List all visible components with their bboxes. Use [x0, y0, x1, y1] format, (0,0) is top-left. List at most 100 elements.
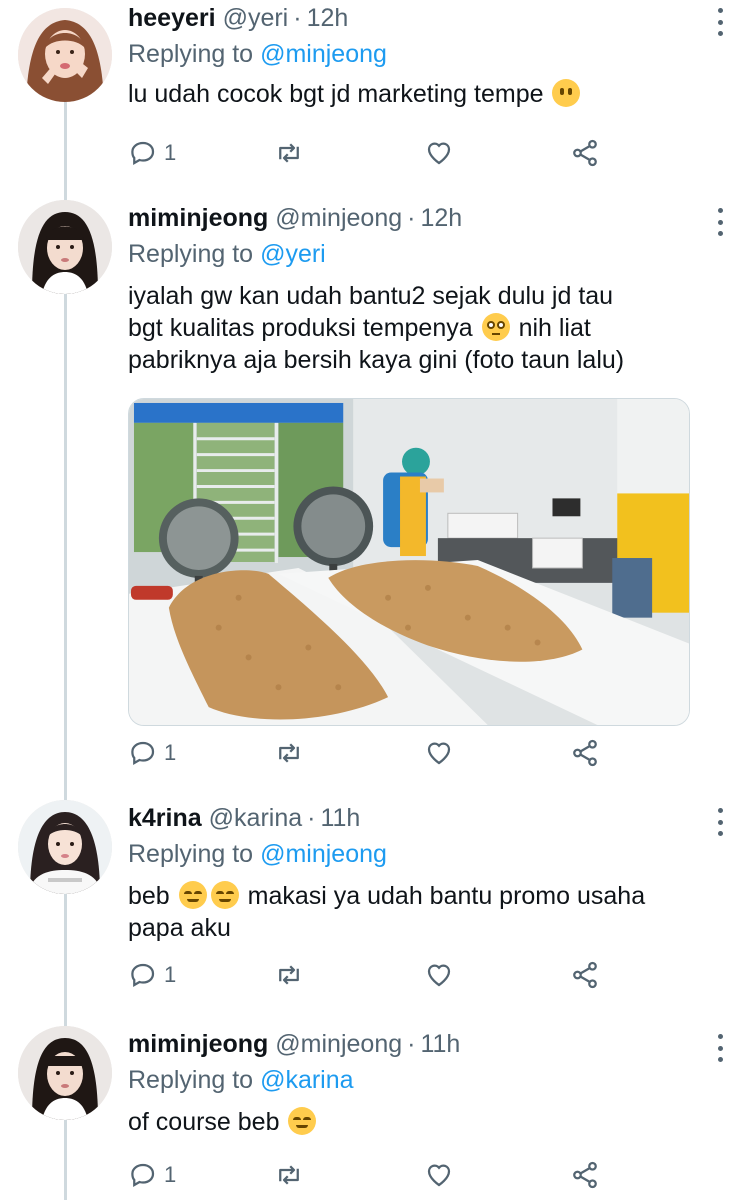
tweet-header: miminjeong @minjeong · 11h [128, 1026, 710, 1062]
timestamp[interactable]: 11h [420, 1030, 460, 1059]
timestamp[interactable]: 11h [320, 804, 360, 833]
display-name[interactable]: miminjeong [128, 204, 268, 233]
relieved-face-emoji-icon [210, 881, 239, 909]
reply-button[interactable]: 1 [128, 138, 176, 168]
avatar[interactable] [18, 8, 112, 102]
like-button[interactable] [424, 138, 454, 168]
retweet-button[interactable] [274, 1160, 304, 1190]
more-options-icon[interactable] [710, 1034, 730, 1062]
tweet-text-body: lu udah cocok bgt jd marketing tempe [128, 80, 544, 108]
reply-icon [131, 741, 155, 765]
heart-icon [427, 142, 451, 165]
tweet-actions: 1 [128, 738, 608, 778]
smiling-face-emoji-icon [288, 1107, 317, 1135]
retweet-icon [279, 743, 299, 763]
replying-to: Replying to @karina [128, 1062, 710, 1098]
tempeh-factory-photo[interactable] [128, 398, 690, 726]
mention-link[interactable]: @yeri [260, 240, 326, 269]
avatar[interactable] [18, 200, 112, 294]
retweet-button[interactable] [274, 960, 304, 990]
retweet-icon [279, 143, 299, 163]
mention-link[interactable]: @minjeong [260, 840, 387, 869]
replying-to: Replying to @yeri [128, 236, 710, 272]
retweet-button[interactable] [274, 138, 304, 168]
more-options-icon[interactable] [710, 8, 730, 36]
tweet-actions: 1 [128, 960, 608, 1000]
avatar[interactable] [18, 800, 112, 894]
tweet-text-line: pabriknya aja bersih kaya gini (foto tau… [128, 346, 625, 374]
user-handle[interactable]: @minjeong [275, 1030, 402, 1059]
face-without-mouth-emoji-icon [552, 79, 581, 107]
heart-icon [427, 742, 451, 765]
tweet-text: iyalah gw kan udah bantu2 sejak dulu jd … [128, 280, 710, 376]
replying-to-label: Replying to [128, 239, 254, 268]
share-icon [573, 1161, 597, 1189]
more-options-icon[interactable] [710, 208, 730, 236]
tweet-actions: 1 [128, 138, 608, 178]
like-button[interactable] [424, 738, 454, 768]
share-icon [573, 139, 597, 167]
separator-dot: · [307, 803, 316, 832]
tweet-text-fragment: bgt kualitas produksi tempenya [128, 314, 473, 342]
display-name[interactable]: k4rina [128, 804, 202, 833]
tweet-header: k4rina @karina · 11h [128, 800, 710, 836]
tweet-text-fragment: makasi ya udah bantu promo usaha [247, 882, 646, 910]
retweet-icon [279, 965, 299, 985]
reply-count: 1 [164, 140, 177, 165]
like-button[interactable] [424, 1160, 454, 1190]
tweet-text: lu udah cocok bgt jd marketing tempe [128, 78, 710, 110]
tweet-text: beb makasi ya udah bantu promo usaha pap… [128, 880, 710, 944]
tweet-text: of course beb [128, 1106, 710, 1138]
replying-to: Replying to @minjeong [128, 36, 710, 72]
relieved-face-emoji-icon [178, 881, 207, 909]
like-button[interactable] [424, 960, 454, 990]
mention-link[interactable]: @minjeong [260, 40, 387, 69]
replying-to-label: Replying to [128, 839, 254, 868]
tweet-actions: 1 [128, 1160, 608, 1200]
user-handle[interactable]: @karina [209, 804, 302, 833]
reply-count: 1 [164, 1162, 177, 1187]
reply-icon [131, 963, 155, 987]
reply-icon [131, 141, 155, 165]
separator-dot: · [407, 1029, 416, 1058]
separator-dot: · [407, 203, 416, 232]
tweet-text-fragment: nih liat [518, 314, 591, 342]
share-button[interactable] [570, 138, 600, 168]
share-icon [573, 739, 597, 767]
replying-to-label: Replying to [128, 1065, 254, 1094]
reply-button[interactable]: 1 [128, 738, 176, 768]
tweet-text-fragment: beb [128, 882, 170, 910]
reply-icon [131, 1163, 155, 1187]
user-handle[interactable]: @minjeong [275, 204, 402, 233]
share-button[interactable] [570, 738, 600, 768]
more-options-icon[interactable] [710, 808, 730, 836]
tweet-text-line: bgt kualitas produksi tempenya nih liat [128, 312, 710, 344]
heart-icon [427, 964, 451, 987]
retweet-icon [279, 1165, 299, 1185]
heart-icon [427, 1164, 451, 1187]
user-handle[interactable]: @yeri [223, 4, 289, 33]
tweet-header: heeyeri @yeri · 12h [128, 0, 710, 36]
replying-to-label: Replying to [128, 39, 254, 68]
replying-to: Replying to @minjeong [128, 836, 710, 872]
tweet-text-line: iyalah gw kan udah bantu2 sejak dulu jd … [128, 282, 614, 310]
avatar[interactable] [18, 1026, 112, 1120]
share-button[interactable] [570, 960, 600, 990]
tweet-text-body: of course beb [128, 1108, 280, 1136]
reply-button[interactable]: 1 [128, 1160, 176, 1190]
separator-dot: · [293, 3, 302, 32]
mention-link[interactable]: @karina [260, 1066, 353, 1095]
timestamp[interactable]: 12h [307, 4, 349, 33]
retweet-button[interactable] [274, 738, 304, 768]
display-name[interactable]: heeyeri [128, 4, 216, 33]
tweet-text-line: beb makasi ya udah bantu promo usaha [128, 880, 710, 912]
reply-button[interactable]: 1 [128, 960, 176, 990]
reply-count: 1 [164, 740, 177, 765]
flushed-face-emoji-icon [481, 313, 510, 341]
share-button[interactable] [570, 1160, 600, 1190]
tweet-text-line: papa aku [128, 914, 231, 942]
timestamp[interactable]: 12h [420, 204, 462, 233]
display-name[interactable]: miminjeong [128, 1030, 268, 1059]
reply-count: 1 [164, 962, 177, 987]
tweet-header: miminjeong @minjeong · 12h [128, 200, 710, 236]
